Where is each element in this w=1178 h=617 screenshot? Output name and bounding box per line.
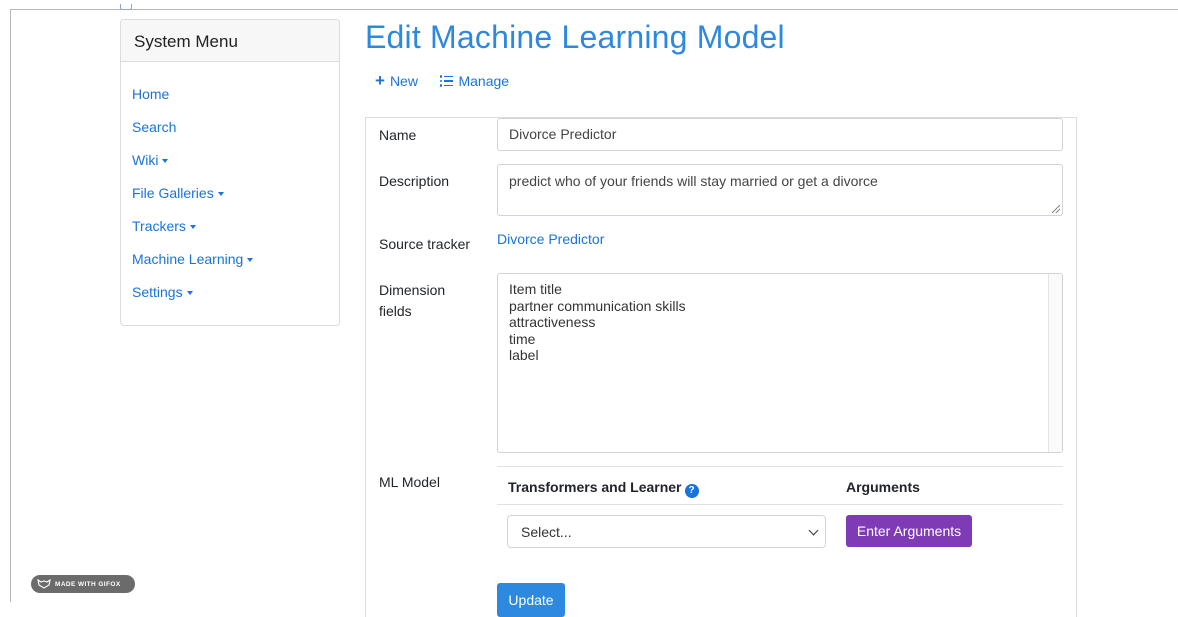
gifox-watermark: MADE WITH GIFOX [31, 575, 135, 593]
transformers-header-text: Transformers and Learner [508, 479, 682, 495]
page-title: Edit Machine Learning Model [365, 19, 785, 55]
sidebar-item-label: Settings [132, 284, 183, 300]
description-label: Description [379, 173, 450, 189]
sidebar-item-file-galleries[interactable]: File Galleries [132, 185, 339, 218]
fox-logo-icon [37, 579, 51, 589]
sidebar-item-label: Wiki [132, 152, 159, 168]
dimension-label-line2: fields [379, 303, 412, 319]
window-top-border [10, 9, 1178, 10]
caret-down-icon [189, 225, 196, 230]
new-link-label: New [389, 73, 418, 89]
watermark-text: MADE WITH GIFOX [55, 580, 121, 588]
resize-handle-icon[interactable] [1052, 205, 1060, 213]
sidebar-item-label: Search [132, 119, 177, 135]
arguments-column-header: Arguments [846, 479, 920, 495]
dimension-option[interactable]: attractiveness [509, 314, 1051, 331]
listbox-scrollbar[interactable] [1048, 274, 1062, 452]
ml-model-label: ML Model [379, 474, 440, 490]
window-left-border [10, 9, 11, 602]
help-icon[interactable]: ? [684, 484, 699, 498]
name-input[interactable]: Divorce Predictor [497, 118, 1063, 151]
new-link[interactable]: + New [375, 71, 418, 90]
dimension-option[interactable]: label [509, 347, 1051, 364]
plus-icon: + [375, 71, 385, 90]
table-divider [497, 504, 1063, 505]
learner-select-value: Select... [521, 524, 572, 540]
caret-down-icon [247, 258, 254, 263]
page-actions: + New Manage [375, 71, 510, 90]
caret-down-icon [217, 192, 224, 197]
sidebar-item-trackers[interactable]: Trackers [132, 218, 339, 251]
source-tracker-link[interactable]: Divorce Predictor [497, 231, 604, 247]
dimension-fields-label: Dimension fields [379, 280, 445, 322]
source-tracker-label: Source tracker [379, 236, 471, 252]
sidebar-item-home[interactable]: Home [132, 86, 339, 119]
sidebar-item-label: Home [132, 86, 170, 102]
system-menu-panel: System Menu Home Search Wiki File Galler… [120, 19, 340, 326]
description-text: predict who of your friends will stay ma… [509, 173, 878, 189]
dimension-option[interactable]: time [509, 331, 1051, 348]
update-button[interactable]: Update [497, 583, 565, 617]
description-textarea[interactable]: predict who of your friends will stay ma… [497, 164, 1063, 216]
transformers-column-header: Transformers and Learner? [508, 479, 699, 498]
sidebar-item-machine-learning[interactable]: Machine Learning [132, 251, 339, 284]
sidebar-item-label: Machine Learning [132, 251, 244, 267]
sidebar-item-label: Trackers [132, 218, 186, 234]
table-divider [497, 466, 1063, 467]
sidebar-item-wiki[interactable]: Wiki [132, 152, 339, 185]
sidebar-item-search[interactable]: Search [132, 119, 339, 152]
enter-arguments-button[interactable]: Enter Arguments [846, 515, 972, 547]
manage-link-label: Manage [458, 73, 510, 89]
name-label: Name [379, 127, 417, 143]
caret-down-icon [162, 159, 169, 164]
system-menu-list: Home Search Wiki File Galleries Trackers… [121, 62, 339, 317]
dimension-option[interactable]: Item title [509, 281, 1051, 298]
learner-select[interactable]: Select... [507, 515, 826, 548]
system-menu-title: System Menu [121, 20, 339, 62]
sidebar-item-label: File Galleries [132, 185, 214, 201]
dimension-option[interactable]: partner communication skills [509, 298, 1051, 315]
list-icon [439, 75, 454, 87]
top-edge-mark [120, 4, 132, 10]
chevron-down-icon [808, 525, 819, 536]
sidebar-item-settings[interactable]: Settings [132, 284, 339, 317]
manage-link[interactable]: Manage [439, 73, 510, 89]
caret-down-icon [186, 291, 193, 296]
dimension-label-line1: Dimension [379, 282, 446, 298]
dimension-fields-listbox[interactable]: Item title partner communication skills … [497, 273, 1063, 453]
